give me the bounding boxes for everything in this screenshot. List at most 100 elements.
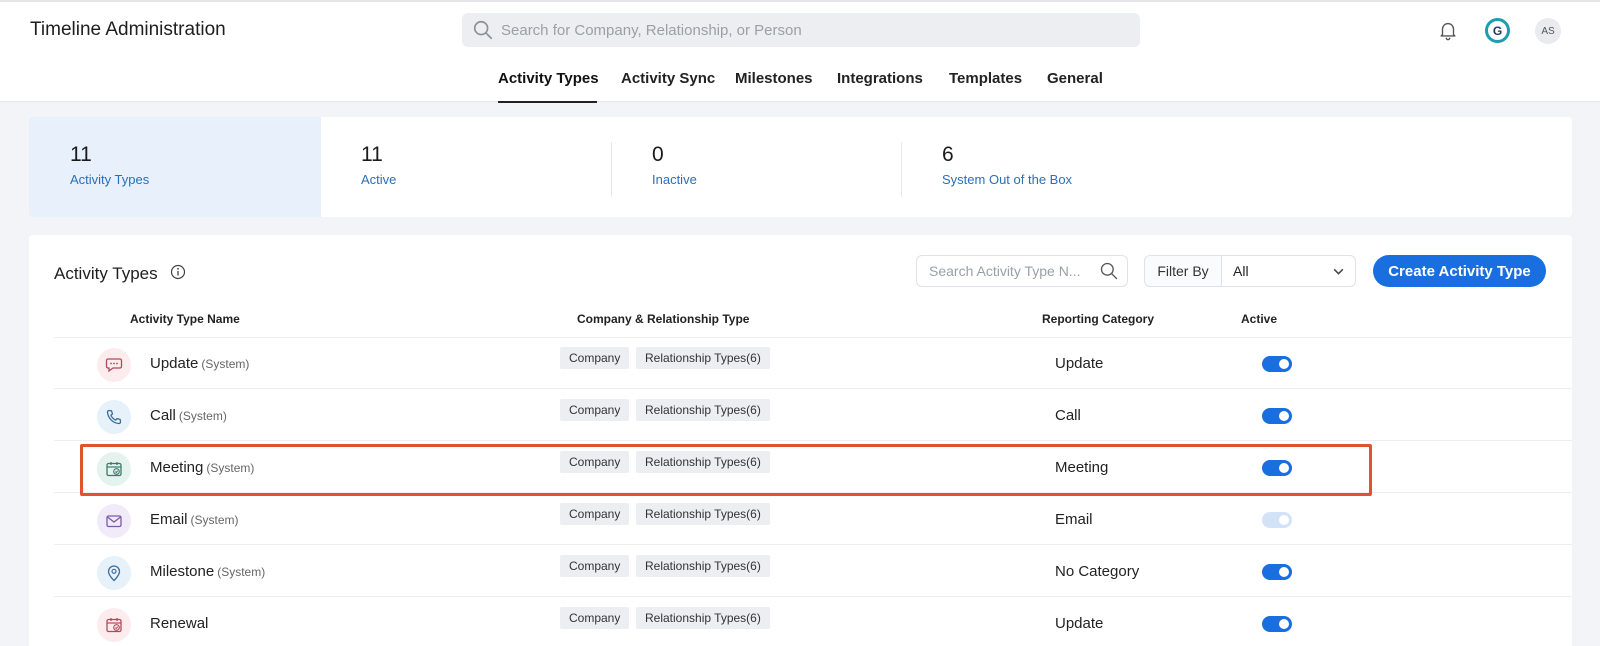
filter-label: Filter By <box>1145 256 1222 286</box>
table-row[interactable]: Milestone (System) Company Relationship T… <box>54 546 1572 597</box>
calendar-check-icon <box>97 608 131 642</box>
relationship-types-chip[interactable]: Relationship Types(6) <box>636 607 770 629</box>
app-logo-icon[interactable]: G <box>1485 18 1510 43</box>
table-row[interactable]: Call (System) Company Relationship Types(… <box>54 390 1572 441</box>
row-name[interactable]: Renewal <box>150 615 211 632</box>
filter-by-select[interactable]: Filter By All <box>1144 255 1356 287</box>
company-chip: Company <box>560 347 630 369</box>
location-pin-icon <box>97 556 131 590</box>
row-name-text: Renewal <box>150 615 209 632</box>
active-toggle[interactable] <box>1262 460 1292 476</box>
row-system-tag: (System) <box>178 409 227 423</box>
row-name[interactable]: Update (System) <box>150 355 249 372</box>
toggle-knob <box>1279 515 1289 525</box>
relationship-types-chip[interactable]: Relationship Types(6) <box>636 503 770 525</box>
stats-bar: 11 Activity Types 11 Active 0 Inactive 6… <box>29 117 1572 217</box>
search-icon <box>473 20 493 40</box>
company-chip: Company <box>560 451 630 473</box>
company-chip: Company <box>560 607 630 629</box>
active-toggle[interactable] <box>1262 408 1292 424</box>
filter-value-text: All <box>1233 263 1249 279</box>
active-toggle[interactable] <box>1262 356 1292 372</box>
activity-types-panel: Activity Types Search Activity Type N...… <box>29 235 1572 646</box>
stat-value: 6 <box>942 143 954 166</box>
global-search-placeholder: Search for Company, Relationship, or Per… <box>501 21 802 39</box>
row-name[interactable]: Email (System) <box>150 511 239 528</box>
tab-activity-types[interactable]: Activity Types <box>498 70 599 87</box>
toggle-knob <box>1279 619 1289 629</box>
stat-value: 11 <box>70 143 92 166</box>
row-name-text: Update <box>150 355 199 372</box>
row-name[interactable]: Call (System) <box>150 407 227 424</box>
app-title: Timeline Administration <box>30 19 226 40</box>
chat-icon <box>97 348 131 382</box>
top-bar: Timeline Administration Search for Compa… <box>0 0 1600 103</box>
chevron-down-icon <box>1333 268 1344 275</box>
row-name-text: Email <box>150 511 188 528</box>
stat-value: 11 <box>361 143 383 166</box>
toggle-knob <box>1279 359 1289 369</box>
relationship-types-chip[interactable]: Relationship Types(6) <box>636 555 770 577</box>
panel-title: Activity Types <box>54 264 158 283</box>
row-category: Update <box>1055 615 1104 632</box>
row-name[interactable]: Milestone (System) <box>150 563 265 580</box>
active-toggle[interactable] <box>1262 564 1292 580</box>
table-row[interactable]: Update (System) Company Relationship Type… <box>54 338 1572 389</box>
tab-milestones[interactable]: Milestones <box>735 70 813 87</box>
stat-label: Activity Types <box>70 172 150 187</box>
row-system-tag: (System) <box>190 513 239 527</box>
user-avatar[interactable]: AS <box>1535 18 1561 44</box>
toggle-knob <box>1279 411 1289 421</box>
stat-card-active[interactable]: 11 Active <box>321 117 611 217</box>
activity-type-search-placeholder: Search Activity Type N... <box>929 263 1081 279</box>
row-category: Email <box>1055 511 1093 528</box>
stat-value: 0 <box>652 143 664 166</box>
phone-icon <box>97 400 131 434</box>
relationship-types-chip[interactable]: Relationship Types(6) <box>636 347 770 369</box>
column-header-company-relationship[interactable]: Company & Relationship Type <box>577 312 749 326</box>
relationship-types-chip[interactable]: Relationship Types(6) <box>636 399 770 421</box>
stat-label: Inactive <box>652 172 697 187</box>
calendar-check-icon <box>97 452 131 486</box>
mail-icon <box>97 504 131 538</box>
tab-templates[interactable]: Templates <box>949 70 1022 87</box>
global-search-input[interactable]: Search for Company, Relationship, or Per… <box>462 13 1140 47</box>
filter-value[interactable]: All <box>1222 256 1355 286</box>
stat-card-system[interactable]: 6 System Out of the Box <box>902 117 1192 217</box>
relationship-types-chip[interactable]: Relationship Types(6) <box>636 451 770 473</box>
company-chip: Company <box>560 555 630 577</box>
column-header-name[interactable]: Activity Type Name <box>130 312 240 326</box>
table-row[interactable]: Meeting (System) Company Relationship Typ… <box>54 442 1572 493</box>
stat-label: Active <box>361 172 397 187</box>
toggle-knob <box>1279 567 1289 577</box>
row-name[interactable]: Meeting (System) <box>150 459 254 476</box>
info-icon[interactable] <box>170 264 186 280</box>
stat-card-inactive[interactable]: 0 Inactive <box>612 117 902 217</box>
activity-type-search-input[interactable]: Search Activity Type N... <box>916 255 1128 287</box>
toggle-knob <box>1279 463 1289 473</box>
tab-general[interactable]: General <box>1047 70 1103 87</box>
tab-integrations[interactable]: Integrations <box>837 70 923 87</box>
row-system-tag: (System) <box>217 565 266 579</box>
bell-icon[interactable] <box>1437 18 1459 42</box>
row-system-tag: (System) <box>201 357 250 371</box>
search-icon <box>1100 262 1118 280</box>
table-row[interactable]: Renewal Company Relationship Types(6) Up… <box>54 598 1572 646</box>
row-name-text: Meeting <box>150 459 204 476</box>
create-activity-type-button[interactable]: Create Activity Type <box>1373 255 1546 287</box>
row-name-text: Milestone <box>150 563 215 580</box>
row-category: Call <box>1055 407 1081 424</box>
company-chip: Company <box>560 503 630 525</box>
active-toggle[interactable] <box>1262 512 1292 528</box>
row-category: No Category <box>1055 563 1140 580</box>
table-row[interactable]: Email (System) Company Relationship Types… <box>54 494 1572 545</box>
row-name-text: Call <box>150 407 176 424</box>
tab-activity-sync[interactable]: Activity Sync <box>621 70 715 87</box>
active-toggle[interactable] <box>1262 616 1292 632</box>
company-chip: Company <box>560 399 630 421</box>
column-header-active[interactable]: Active <box>1241 312 1277 326</box>
column-header-reporting-category[interactable]: Reporting Category <box>1042 312 1154 326</box>
row-category: Update <box>1055 355 1104 372</box>
active-tab-indicator <box>498 101 597 103</box>
stat-card-activity-types[interactable]: 11 Activity Types <box>29 117 321 217</box>
